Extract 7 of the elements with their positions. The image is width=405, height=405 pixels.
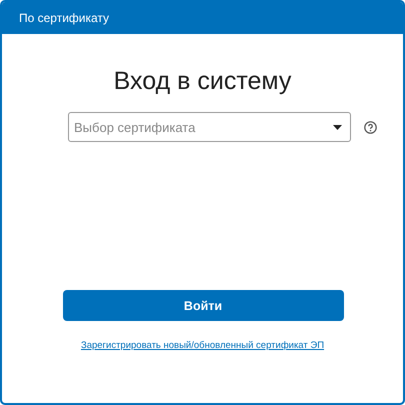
help-icon[interactable]	[364, 120, 377, 134]
panel-title: По сертификату	[19, 11, 110, 25]
caret-icon	[333, 124, 342, 130]
login-button[interactable]: Войти	[62, 290, 344, 321]
register-link[interactable]: Зарегистрировать новый/обновленный сертификат ЭП	[80, 340, 324, 351]
certificate-dropdown[interactable]: Выбор сертификата	[68, 112, 351, 142]
page-heading: Вход в систему	[114, 66, 292, 96]
